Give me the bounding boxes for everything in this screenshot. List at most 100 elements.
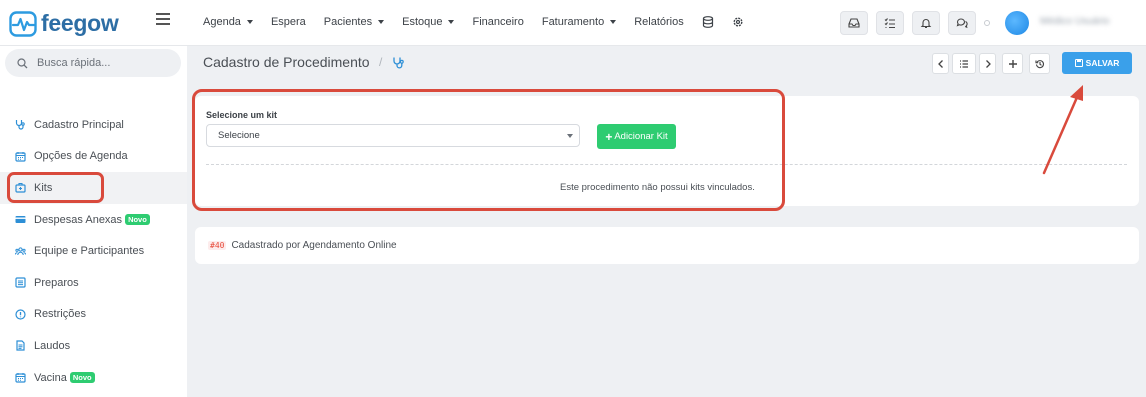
nav-pacientes[interactable]: Pacientes bbox=[323, 16, 385, 28]
nav-pacientes-label: Pacientes bbox=[323, 16, 373, 28]
nav-agenda[interactable]: Agenda bbox=[203, 16, 253, 28]
sidebar-item-label: Despesas Anexas bbox=[34, 213, 123, 226]
origin-line: #40 Cadastrado por Agendamento Online bbox=[208, 240, 397, 251]
sidebar-item-label: Equipe e Participantes bbox=[34, 245, 145, 258]
empty-kits-message: Este procedimento não possui kits vincul… bbox=[560, 182, 755, 193]
sidebar-item-label: Opções de Agenda bbox=[34, 150, 128, 163]
nav-estoque-label: Estoque bbox=[402, 16, 443, 28]
inbox-icon bbox=[848, 18, 860, 28]
sidebar-item-label: Restrições bbox=[34, 308, 86, 321]
record-code: #40 bbox=[208, 241, 227, 250]
sidebar-item-equipe[interactable]: Equipe e Participantes bbox=[0, 235, 187, 267]
nav-espera-label: Espera bbox=[270, 16, 306, 28]
team-icon bbox=[15, 247, 26, 255]
document-icon bbox=[16, 340, 25, 352]
stethoscope-icon bbox=[15, 120, 25, 130]
nav-faturamento[interactable]: Faturamento bbox=[541, 16, 617, 28]
chat-icon bbox=[956, 18, 968, 29]
sidebar-item-opcoes-agenda[interactable]: Opções de Agenda bbox=[0, 141, 187, 173]
chevron-down-icon bbox=[610, 20, 617, 24]
sidebar-item-preparos[interactable]: Preparos bbox=[0, 267, 187, 299]
save-button[interactable]: SALVAR bbox=[1062, 52, 1132, 74]
kit-select-label: Selecione um kit bbox=[206, 110, 278, 120]
sidebar-item-label: Vacina bbox=[34, 371, 67, 384]
menu-toggle-icon[interactable] bbox=[156, 13, 170, 27]
credit-card-icon bbox=[15, 216, 26, 224]
history-icon bbox=[1034, 59, 1044, 68]
nav-financeiro[interactable]: Financeiro bbox=[472, 16, 523, 28]
plus-icon bbox=[1008, 59, 1017, 68]
sidebar-item-label: Cadastro Principal bbox=[34, 118, 124, 131]
avatar[interactable] bbox=[1005, 11, 1029, 35]
gear-icon[interactable] bbox=[732, 16, 744, 28]
nav-faturamento-label: Faturamento bbox=[541, 16, 605, 28]
page-title: Cadastro de Procedimento bbox=[203, 54, 370, 70]
list-icon bbox=[15, 277, 26, 288]
calendar-icon bbox=[15, 151, 26, 162]
bell-icon bbox=[920, 19, 932, 29]
new-badge: Novo bbox=[125, 214, 150, 226]
sidebar-item-cadastro-principal[interactable]: Cadastro Principal bbox=[0, 109, 187, 141]
sidebar-item-label: Kits bbox=[34, 181, 53, 194]
save-label: SALVAR bbox=[1085, 58, 1120, 68]
new-record-button[interactable] bbox=[1002, 53, 1023, 74]
new-badge: Novo bbox=[69, 372, 95, 384]
status-indicator bbox=[984, 20, 990, 26]
sidebar-item-restricoes[interactable]: Restrições bbox=[0, 299, 187, 331]
list-icon bbox=[960, 59, 968, 68]
record-toolbar bbox=[932, 53, 1050, 74]
stethoscope-icon bbox=[393, 57, 404, 69]
calendar-icon bbox=[15, 373, 26, 383]
database-icon[interactable] bbox=[702, 16, 714, 28]
top-actions bbox=[840, 11, 976, 35]
sidebar-item-label: Laudos bbox=[34, 339, 71, 352]
chevron-down-icon bbox=[378, 20, 385, 24]
notifications-button[interactable] bbox=[912, 11, 940, 35]
breadcrumb-separator: / bbox=[379, 55, 383, 69]
nav-financeiro-label: Financeiro bbox=[472, 16, 524, 28]
previous-record-button[interactable] bbox=[932, 53, 949, 74]
checklist-icon bbox=[884, 18, 895, 29]
sidebar: Busca rápida... Cadastro Principal Opçõe… bbox=[0, 46, 187, 397]
feegow-logo-icon bbox=[9, 10, 37, 37]
nav-agenda-label: Agenda bbox=[203, 16, 241, 28]
nav-relatorios[interactable]: Relatórios bbox=[634, 16, 684, 28]
search-input[interactable]: Busca rápida... bbox=[5, 49, 181, 77]
divider bbox=[206, 164, 1127, 165]
chevron-right-icon bbox=[985, 59, 991, 68]
page-header: Cadastro de Procedimento / SALVAR bbox=[187, 46, 1146, 80]
origin-panel: #40 Cadastrado por Agendamento Online bbox=[195, 227, 1139, 264]
chevron-down-icon bbox=[246, 20, 253, 24]
save-icon bbox=[1074, 59, 1083, 67]
kit-select[interactable]: Selecione bbox=[206, 124, 580, 147]
sidebar-item-label: Preparos bbox=[34, 276, 79, 289]
plus-icon: + bbox=[605, 129, 613, 144]
search-placeholder: Busca rápida... bbox=[37, 57, 111, 69]
record-nav-group bbox=[932, 53, 996, 74]
add-kit-button[interactable]: + Adicionar Kit bbox=[597, 124, 676, 149]
main-nav: Agenda Espera Pacientes Estoque Financei… bbox=[203, 16, 762, 28]
sidebar-item-laudos[interactable]: Laudos bbox=[0, 330, 187, 362]
origin-text: Cadastrado por Agendamento Online bbox=[231, 240, 397, 251]
top-bar: feegow Agenda Espera Pacientes Estoque F… bbox=[0, 0, 1146, 46]
search-icon bbox=[17, 57, 28, 68]
record-list-button[interactable] bbox=[952, 53, 976, 74]
kit-select-value: Selecione bbox=[218, 130, 260, 141]
brand-logo[interactable]: feegow bbox=[9, 10, 119, 37]
info-icon bbox=[15, 309, 26, 320]
user-name[interactable]: Médico Usuário bbox=[1040, 16, 1109, 27]
nav-espera[interactable]: Espera bbox=[271, 16, 306, 28]
chevron-left-icon bbox=[937, 59, 943, 68]
medkit-icon bbox=[15, 183, 26, 194]
sidebar-item-despesas-anexas[interactable]: Despesas Anexas Novo bbox=[0, 204, 187, 236]
sidebar-item-kits[interactable]: Kits bbox=[0, 172, 187, 204]
next-record-button[interactable] bbox=[979, 53, 996, 74]
chevron-down-icon bbox=[567, 134, 573, 138]
chat-button[interactable] bbox=[948, 11, 976, 35]
history-button[interactable] bbox=[1029, 53, 1050, 74]
inbox-button[interactable] bbox=[840, 11, 868, 35]
nav-estoque[interactable]: Estoque bbox=[402, 16, 455, 28]
procedure-menu: Cadastro Principal Opções de Agenda Kits… bbox=[0, 109, 187, 393]
sidebar-item-vacina[interactable]: Vacina Novo bbox=[0, 362, 187, 394]
checklist-button[interactable] bbox=[876, 11, 904, 35]
